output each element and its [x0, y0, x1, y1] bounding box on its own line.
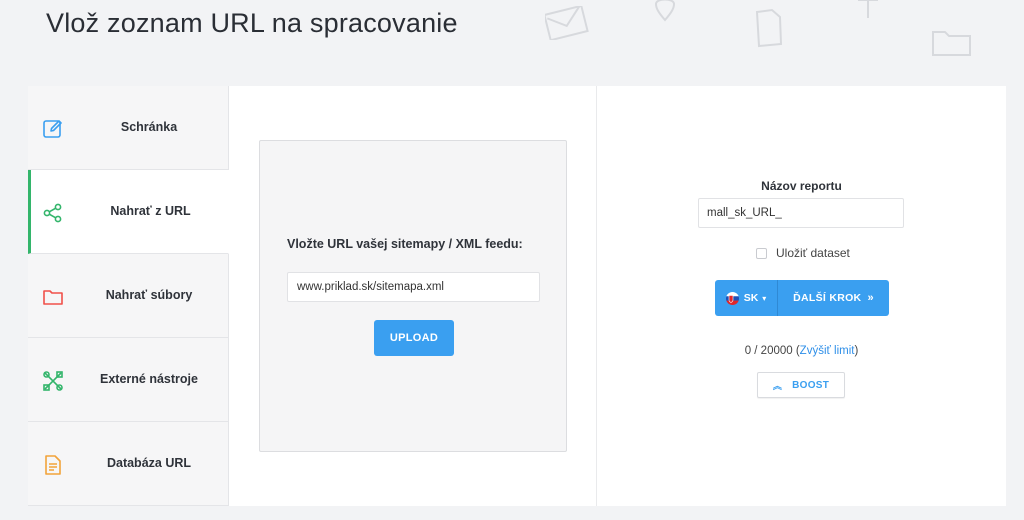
sidebar-item-external-tools[interactable]: Externé nástroje	[28, 338, 229, 422]
decor-pin-icon-2	[850, 0, 886, 24]
boost-label: BOOST	[792, 379, 830, 391]
chevron-down-icon: ▾	[762, 293, 767, 303]
decor-mail-icon	[545, 6, 589, 40]
upload-panel: Vložte URL vašej sitemapy / XML feedu: U…	[229, 86, 597, 506]
share-icon	[42, 202, 64, 224]
double-chevron-up-icon: ︽	[772, 380, 783, 391]
sidebar-item-url-database[interactable]: Databáza URL	[28, 422, 229, 506]
save-dataset-checkbox[interactable]	[756, 247, 767, 259]
slovak-flag-icon	[725, 291, 739, 305]
edit-icon	[42, 118, 64, 140]
language-dropdown[interactable]: SK ▾	[715, 280, 778, 316]
next-step-label: ĎALŠÍ KROK	[793, 292, 862, 304]
next-step-button[interactable]: ĎALŠÍ KROK »	[778, 280, 889, 316]
limit-suffix: )	[854, 345, 859, 357]
document-icon	[42, 454, 64, 476]
double-chevron-right-icon: »	[867, 292, 874, 304]
action-button-group: SK ▾ ĎALŠÍ KROK »	[715, 280, 889, 316]
sidebar-item-label: Databáza URL	[106, 456, 192, 470]
tools-icon	[42, 370, 64, 392]
decor-pin-icon	[650, 0, 680, 22]
save-dataset-label: Uložiť dataset	[776, 246, 850, 260]
sitemap-url-label: Vložte URL vašej sitemapy / XML feedu:	[287, 237, 523, 251]
report-name-label: Názov reportu	[761, 179, 842, 193]
sidebar-item-label: Nahrať z URL	[110, 204, 191, 218]
upload-box: Vložte URL vašej sitemapy / XML feedu: U…	[259, 140, 567, 452]
language-label: SK	[743, 292, 759, 304]
sidebar-item-label: Nahrať súbory	[105, 288, 193, 302]
sidebar: Schránka Nahrať z URL Nahrať súbory Exte…	[28, 86, 229, 506]
boost-button[interactable]: ︽ BOOST	[757, 372, 845, 398]
limit-text: 0 / 20000 (Zvýšiť limit)	[597, 345, 1006, 357]
limit-count: 0 / 20000 (	[744, 345, 800, 357]
folder-icon	[42, 286, 64, 308]
save-dataset-row[interactable]: Uložiť dataset	[756, 245, 850, 261]
upload-button[interactable]: UPLOAD	[374, 320, 454, 356]
sidebar-item-clipboard[interactable]: Schránka	[28, 86, 229, 170]
sidebar-item-label: Externé nástroje	[100, 372, 198, 386]
main-card: Schránka Nahrať z URL Nahrať súbory Exte…	[28, 86, 1006, 506]
sidebar-item-upload-url[interactable]: Nahrať z URL	[28, 170, 229, 254]
page-title: Vlož zoznam URL na spracovanie	[46, 8, 458, 38]
increase-limit-link[interactable]: Zvýšiť limit	[800, 345, 855, 357]
sidebar-item-upload-files[interactable]: Nahrať súbory	[28, 254, 229, 338]
decor-folder-icon	[930, 26, 974, 58]
decor-file-icon	[752, 8, 784, 48]
sidebar-item-label: Schránka	[120, 120, 178, 134]
report-name-input[interactable]	[698, 198, 904, 228]
sitemap-url-input[interactable]	[287, 272, 540, 302]
report-panel: Názov reportu Uložiť dataset SK ▾ ĎALŠÍ …	[597, 86, 1006, 506]
